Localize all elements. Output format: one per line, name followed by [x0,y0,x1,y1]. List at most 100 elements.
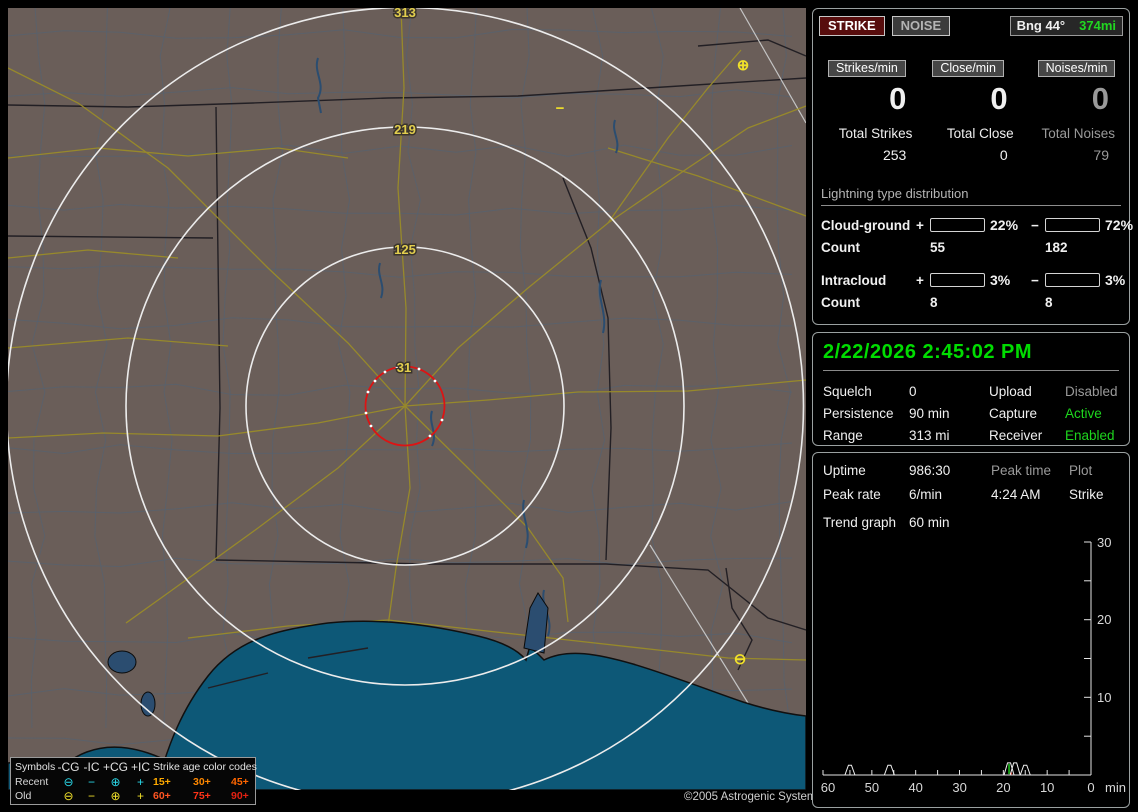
cg-negative-pct: 72% [1105,217,1134,233]
upload-status: Disabled [1065,384,1118,399]
total-noises-label: Total Noises [1041,126,1115,141]
x-tick-50: 50 [865,780,879,795]
y-tick-20: 20 [1097,612,1111,627]
cloud-ground-label: Cloud-ground [821,217,911,233]
bearing-distance: 374mi [1079,18,1116,33]
map-strike-symbol-cg-plus-old: ⊕ [737,57,750,74]
bearing-value: Bng 44° [1016,18,1066,33]
y-tick-10: 10 [1097,690,1111,705]
noise-mode-button[interactable]: NOISE [891,16,951,36]
total-strikes-value: 253 [882,147,907,163]
old-neg-ic-icon: − [87,789,95,803]
legend-row-recent-label: Recent [15,775,49,788]
plot-mode-value: Strike [1069,487,1104,502]
peak-rate-value: 6/min [909,487,943,502]
intracloud-row: Intracloud + 3% − 3% [821,272,1125,288]
total-close-value: 0 [999,147,1008,163]
recent-pos-cg-icon: ⊕ [110,774,121,789]
age-60: 60+ [153,790,171,802]
total-noises-value: 79 [1093,147,1109,163]
peak-time-label: Peak time [991,463,1052,478]
old-pos-ic-icon: + [136,789,144,803]
noises-per-min-value: 0 [1091,81,1109,116]
recent-neg-cg-icon: ⊖ [63,774,74,789]
x-tick-60: 60 [821,780,835,795]
cloud-ground-row: Cloud-ground + 22% − 72% [821,217,1133,233]
map-canvas[interactable]: 313 219 125 31 ⊕−⊖ [8,8,806,790]
ic-negative-pct: 3% [1105,272,1126,288]
uptime-label: Uptime [823,463,866,478]
strike-stats-panel: STRIKE NOISE Bng 44° 374mi Strikes/min 0… [812,8,1133,325]
trend-graph-label: Trend graph [823,515,897,530]
recent-neg-ic-icon: − [87,774,95,789]
recent-pos-ic-icon: + [136,774,144,789]
app-window: 313 219 125 31 ⊕ − ⊖ ©2005 Astrogenic Syst… [0,0,1138,812]
cg-positive-pct: 22% [990,217,1019,233]
close-per-min-value: 0 [990,81,1008,116]
persistence-label: Persistence [823,406,894,421]
cloud-ground-counts: Count 55 182 [821,240,1121,255]
copyright-text: ©2005 Astrogenic Systems [684,791,823,803]
uptime-value: 986:30 [909,463,951,478]
range-value: 313 mi [909,428,950,443]
peak-time-value: 4:24 AM [991,487,1041,502]
ring-label-313: 313 [394,8,416,20]
peak-rate-label: Peak rate [823,487,881,502]
trend-panel: Uptime 986:30 Peak time Plot Peak rate 6… [812,452,1130,808]
old-pos-cg-icon: ⊕ [110,789,121,803]
age-75: 75+ [193,790,211,802]
bearing-readout: Bng 44° 374mi [1009,16,1123,36]
ring-label-125: 125 [394,242,416,257]
strikes-per-min-chip: Strikes/min [828,60,906,77]
minus-sign: − [1031,272,1039,288]
receiver-label: Receiver [989,428,1043,443]
cg-negative-bar [1045,218,1100,232]
mode-toolbar: STRIKE NOISE Bng 44° 374mi [819,16,1123,36]
map-strike-symbol-cg-minus-old: ⊖ [734,651,747,668]
x-tick-10: 10 [1040,780,1054,795]
old-neg-cg-icon: ⊖ [63,789,74,803]
age-30: 30+ [193,775,211,788]
status-panel: 2/22/2026 2:45:02 PM Squelch 0 Upload Di… [812,332,1130,446]
count-label: Count [821,240,860,255]
status-grid: Squelch 0 Upload Disabled Persistence 90… [823,384,1119,443]
strike-mode-button[interactable]: STRIKE [819,16,885,36]
ic-positive-count: 8 [930,295,938,310]
age-15: 15+ [153,775,171,788]
count-label: Count [821,295,860,310]
close-column: Close/min 0 Total Close 0 [920,60,1021,163]
x-tick-20: 20 [996,780,1010,795]
age-45: 45+ [231,775,249,788]
y-tick-30: 30 [1097,535,1111,550]
cg-positive-count: 55 [930,240,946,255]
legend-col-pos-cg: +CG [103,760,129,774]
ic-negative-count: 8 [1045,295,1053,310]
cg-positive-bar [930,218,985,232]
age-90: 90+ [231,790,249,802]
ic-positive-pct: 3% [990,272,1011,288]
noises-per-min-chip: Noises/min [1037,60,1116,77]
strikes-column: Strikes/min 0 Total Strikes 253 [819,60,920,163]
legend-row-old-label: Old [15,790,32,802]
upload-label: Upload [989,384,1032,399]
ring-label-219: 219 [394,122,416,137]
squelch-value: 0 [909,384,917,399]
receiver-status: Enabled [1065,428,1115,443]
ring-label-31: 31 [397,360,411,375]
plot-label: Plot [1069,463,1093,478]
legend-symbols-label: Symbols [15,761,56,773]
capture-status: Active [1065,406,1102,421]
close-per-min-chip: Close/min [932,60,1004,77]
minus-sign: − [1031,217,1039,233]
legend-col-neg-ic: -IC [83,760,100,774]
strike-map[interactable]: 313 219 125 31 ⊕ − ⊖ [8,8,806,790]
symbols-legend: Symbols -CG -IC +CG +IC Strike age color… [10,757,257,805]
cg-negative-count: 182 [1045,240,1068,255]
x-tick-0: 0 [1087,780,1094,795]
plus-sign: + [916,272,924,288]
intracloud-counts: Count 8 8 [821,295,1121,310]
rate-counters: Strikes/min 0 Total Strikes 253 Close/mi… [813,60,1129,163]
legend-col-pos-ic: +IC [130,760,150,774]
persistence-value: 90 min [909,406,950,421]
trend-window-value: 60 min [909,515,950,530]
